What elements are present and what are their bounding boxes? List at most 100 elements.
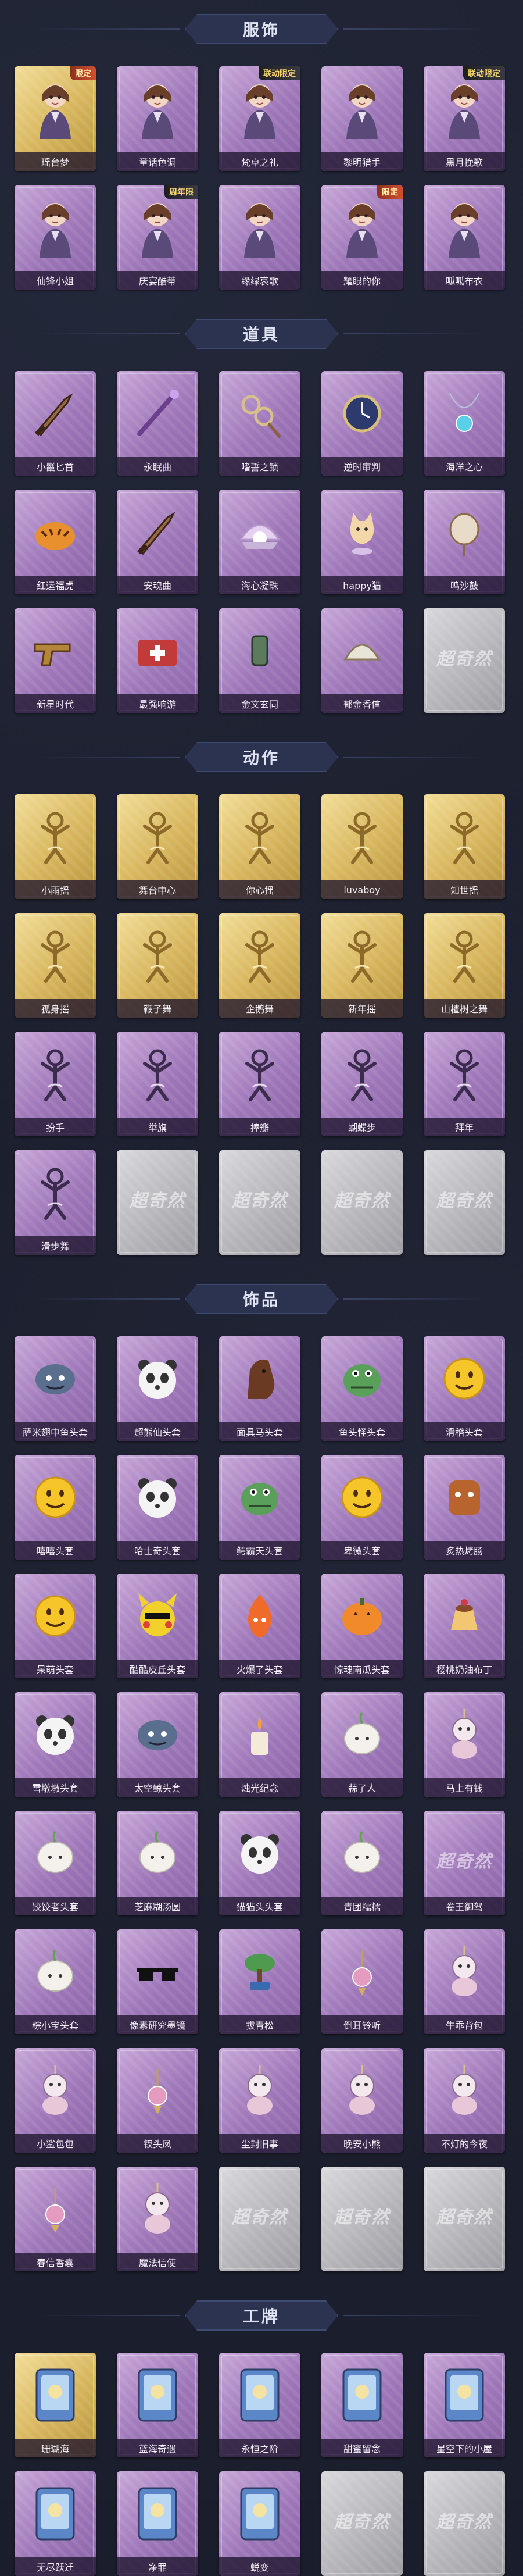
item-card[interactable]: 萨米翅中鱼头套 [15, 1336, 96, 1441]
item-card[interactable]: 逆时审判 [321, 371, 403, 476]
item-card[interactable]: 缘绿哀歌 [219, 185, 300, 290]
item-card[interactable]: 知世摇 [424, 794, 505, 899]
item-card[interactable]: 拜年 [424, 1032, 505, 1136]
item-card[interactable]: 鳄霸天头套 [219, 1455, 300, 1560]
empty-item-slot[interactable]: 超奇然 [321, 2167, 403, 2271]
item-card[interactable]: 净罪 [117, 2471, 198, 2576]
item-card[interactable]: luvaboy [321, 794, 403, 899]
item-card[interactable]: 小鲨包包 [15, 2048, 96, 2153]
item-card[interactable]: 倒耳铃听 [321, 1929, 403, 2034]
item-card[interactable]: 晚安小熊 [321, 2048, 403, 2153]
item-card[interactable]: 马上有钱 [424, 1692, 505, 1797]
empty-item-slot[interactable]: 超奇然 [424, 608, 505, 713]
item-card[interactable]: 星空下的小屋 [424, 2353, 505, 2457]
item-card[interactable]: 扮手 [15, 1032, 96, 1136]
empty-item-slot[interactable]: 超奇然 [321, 1150, 403, 1255]
item-card[interactable]: 猫猫头头套 [219, 1811, 300, 1915]
item-card[interactable]: 雪墩墩头套 [15, 1692, 96, 1797]
item-card[interactable]: 安魂曲 [117, 490, 198, 594]
item-card[interactable]: 限定 耀眼的你 [321, 185, 403, 290]
item-card[interactable]: 滑步舞 [15, 1150, 96, 1255]
item-card[interactable]: 牛乖背包 [424, 1929, 505, 2034]
item-card[interactable]: 限定 瑶台梦 [15, 66, 96, 171]
empty-item-slot[interactable]: 超奇然 [321, 2471, 403, 2576]
item-card[interactable]: 鞭子舞 [117, 913, 198, 1018]
item-card[interactable]: 海洋之心 [424, 371, 505, 476]
item-card[interactable]: 无尽跃迁 [15, 2471, 96, 2576]
item-card[interactable]: 童话色调 [117, 66, 198, 171]
item-card[interactable]: 仙锋小姐 [15, 185, 96, 290]
item-card[interactable]: 永恒之阶 [219, 2353, 300, 2457]
item-name: 拜年 [454, 1122, 474, 1133]
item-card[interactable]: 哈士奇头套 [117, 1455, 198, 1560]
item-card[interactable]: happy猫 [321, 490, 403, 594]
item-card[interactable]: 呱呱布衣 [424, 185, 505, 290]
item-card[interactable]: 蜕变 [219, 2471, 300, 2576]
item-card[interactable]: 春信香囊 [15, 2167, 96, 2271]
item-card[interactable]: 超奇然 卷王御驾 [424, 1811, 505, 1915]
item-card[interactable]: 海心凝珠 [219, 490, 300, 594]
item-card[interactable]: 舞台中心 [117, 794, 198, 899]
empty-item-slot[interactable]: 超奇然 [219, 1150, 300, 1255]
item-card[interactable]: 呆萌头套 [15, 1574, 96, 1678]
empty-item-slot[interactable]: 超奇然 [424, 2167, 505, 2271]
item-card[interactable]: 鸣沙鼓 [424, 490, 505, 594]
item-card[interactable]: 不灯的今夜 [424, 2048, 505, 2153]
item-card[interactable]: 小雨摇 [15, 794, 96, 899]
item-card[interactable]: 粽小宝头套 [15, 1929, 96, 2034]
item-card[interactable]: 永眠曲 [117, 371, 198, 476]
item-card[interactable]: 魔法信使 [117, 2167, 198, 2271]
empty-item-slot[interactable]: 超奇然 [117, 1150, 198, 1255]
empty-item-slot[interactable]: 超奇然 [219, 2167, 300, 2271]
item-card[interactable]: 滑稽头套 [424, 1336, 505, 1441]
item-card[interactable]: 甜蜜留念 [321, 2353, 403, 2457]
item-card[interactable]: 超熊仙头套 [117, 1336, 198, 1441]
item-card[interactable]: 卑微头套 [321, 1455, 403, 1560]
item-card[interactable]: 酷酷皮丘头套 [117, 1574, 198, 1678]
empty-item-slot[interactable]: 超奇然 [424, 2471, 505, 2576]
item-card[interactable]: 联动限定 梵卓之礼 [219, 66, 300, 171]
item-card[interactable]: 火爆了头套 [219, 1574, 300, 1678]
item-card[interactable]: 惊魂南瓜头套 [321, 1574, 403, 1678]
item-card[interactable]: 像素研究墨镜 [117, 1929, 198, 2034]
item-card[interactable]: 山楂树之舞 [424, 913, 505, 1018]
item-card[interactable]: 捧瓣 [219, 1032, 300, 1136]
item-card[interactable]: 炙热烤肠 [424, 1455, 505, 1560]
item-card[interactable]: 拔青松 [219, 1929, 300, 2034]
item-card[interactable]: 你心摇 [219, 794, 300, 899]
item-card[interactable]: 黎明猎手 [321, 66, 403, 171]
item-card[interactable]: 嘻嘻头套 [15, 1455, 96, 1560]
item-card[interactable]: 芝麻糊汤圆 [117, 1811, 198, 1915]
item-card[interactable]: 郁金香信 [321, 608, 403, 713]
costume-icon [436, 195, 492, 259]
empty-item-slot[interactable]: 超奇然 [424, 1150, 505, 1255]
item-card[interactable]: 蓝海奇遇 [117, 2353, 198, 2457]
item-card[interactable]: 尘封旧事 [219, 2048, 300, 2153]
limited-badge: 限定 [377, 185, 403, 199]
item-card[interactable]: 青团糯糯 [321, 1811, 403, 1915]
item-card[interactable]: 孤身摇 [15, 913, 96, 1018]
item-card[interactable]: 联动限定 黑月挽歌 [424, 66, 505, 171]
item-card[interactable]: 举旗 [117, 1032, 198, 1136]
item-card[interactable]: 钗头凤 [117, 2048, 198, 2153]
item-card[interactable]: 蒜了人 [321, 1692, 403, 1797]
item-card[interactable]: 最强响游 [117, 608, 198, 713]
item-card[interactable]: 蝴蝶步 [321, 1032, 403, 1136]
item-card[interactable]: 周年限 庆宴酷蒂 [117, 185, 198, 290]
item-name: 鸣沙鼓 [450, 580, 478, 591]
item-card[interactable]: 珊瑚海 [15, 2353, 96, 2457]
item-card[interactable]: 面具马头套 [219, 1336, 300, 1441]
item-card[interactable]: 红运福虎 [15, 490, 96, 594]
item-card[interactable]: 企鹅舞 [219, 913, 300, 1018]
item-card[interactable]: 新星时代 [15, 608, 96, 713]
item-card[interactable]: 新年摇 [321, 913, 403, 1018]
item-card[interactable]: 嗜誓之锁 [219, 371, 300, 476]
item-card[interactable]: 太空鲸头套 [117, 1692, 198, 1797]
item-card[interactable]: 鱼头怪头套 [321, 1336, 403, 1441]
item-card[interactable]: 樱桃奶油布丁 [424, 1574, 505, 1678]
item-card[interactable]: 金文玄同 [219, 608, 300, 713]
item-card[interactable]: 小鬣匕首 [15, 371, 96, 476]
item-card[interactable]: 烛光纪念 [219, 1692, 300, 1797]
item-card[interactable]: 饺饺者头套 [15, 1811, 96, 1915]
costume-icon [232, 195, 288, 259]
